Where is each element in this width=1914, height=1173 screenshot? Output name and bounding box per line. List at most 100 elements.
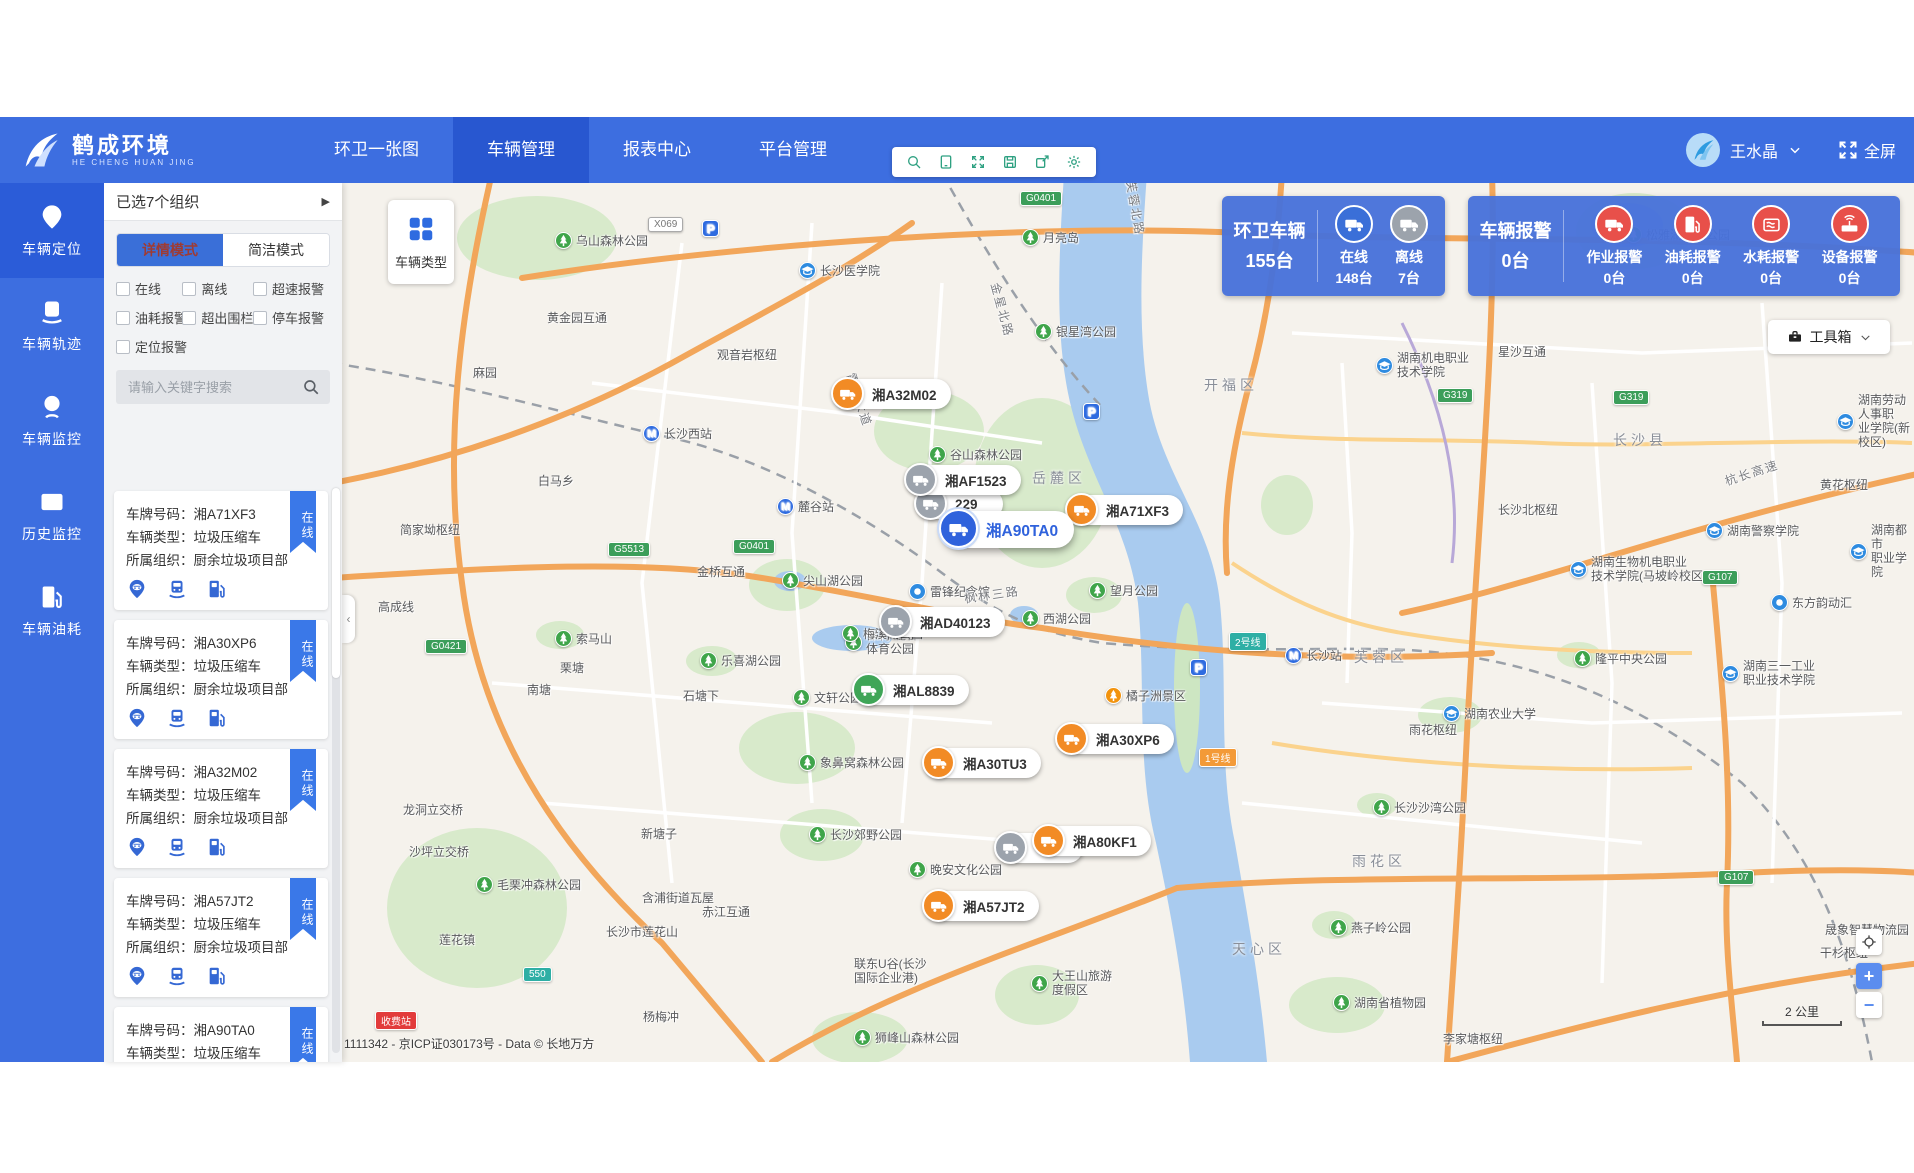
map-label-text: 长沙医学院 bbox=[820, 264, 880, 278]
checkbox-icon[interactable] bbox=[116, 340, 130, 354]
fuel-vehicle-icon[interactable] bbox=[206, 965, 228, 987]
map-label-长沙郊野公园: 长沙郊野公园 bbox=[809, 826, 902, 843]
filter-checkbox-油耗报警[interactable]: 油耗报警 bbox=[116, 308, 182, 327]
fullscreen-button[interactable]: 全屏 bbox=[1838, 138, 1896, 162]
filter-checkbox-停车报警[interactable]: 停车报警 bbox=[253, 308, 330, 327]
checkbox-icon[interactable] bbox=[116, 311, 130, 325]
park-icon bbox=[782, 572, 799, 589]
vehicle-marker-湘A57JT2[interactable]: 湘A57JT2 bbox=[925, 891, 1039, 921]
checkbox-icon[interactable] bbox=[253, 311, 267, 325]
vehicle-marker-湘A30TU3[interactable]: 湘A30TU3 bbox=[925, 748, 1041, 778]
filter-checkbox-超速报警[interactable]: 超速报警 bbox=[253, 279, 330, 298]
school-icon bbox=[1850, 543, 1867, 560]
vehicle-card[interactable]: 车牌号码：湘A30XP6车辆类型：垃圾压缩车所属组织：厨余垃圾项目部在线 bbox=[114, 620, 328, 739]
locate-vehicle-icon[interactable] bbox=[126, 707, 148, 729]
expand-icon[interactable] bbox=[964, 150, 992, 174]
vehicle-marker-湘A80KF1[interactable]: 湘A80KF1 bbox=[1035, 826, 1151, 856]
vehicle-card[interactable]: 车牌号码：湘A57JT2车辆类型：垃圾压缩车所属组织：厨余垃圾项目部在线 bbox=[114, 878, 328, 997]
sidebar-item-车辆轨迹[interactable]: 车辆轨迹 bbox=[0, 278, 104, 373]
mode-tab-简洁模式[interactable]: 简洁模式 bbox=[223, 234, 329, 266]
map-label-P: P bbox=[1083, 403, 1100, 420]
map-canvas[interactable]: ‹ 乌山森林公园月亮岛银星湾公园松雅湖湿地公园谷山森林公园尖山湖公园乐喜湖公园保… bbox=[342, 183, 1914, 1062]
org-expand-icon[interactable]: ▶ bbox=[322, 195, 330, 208]
mode-tab-详情模式[interactable]: 详情模式 bbox=[117, 234, 223, 266]
map-label-长沙医学院: 长沙医学院 bbox=[799, 262, 880, 279]
zoom-in-button[interactable]: + bbox=[1856, 963, 1882, 989]
frame-icon[interactable] bbox=[932, 150, 960, 174]
sidebar-item-label: 车辆油耗 bbox=[22, 619, 82, 639]
track-vehicle-icon[interactable] bbox=[166, 965, 188, 987]
search-icon[interactable] bbox=[302, 378, 320, 396]
map-label-text: 湖南都市 职业学院 bbox=[1871, 523, 1914, 579]
save-icon[interactable] bbox=[996, 150, 1024, 174]
checkbox-icon[interactable] bbox=[116, 282, 130, 296]
alarm-total: 车辆报警 0台 bbox=[1468, 216, 1563, 276]
scrollbar-thumb[interactable] bbox=[332, 488, 340, 678]
nav-tab-环卫一张图[interactable]: 环卫一张图 bbox=[300, 117, 453, 183]
gear-icon[interactable] bbox=[1060, 150, 1088, 174]
brand-subtitle: HE CHENG HUAN JING bbox=[72, 158, 196, 167]
toolbox-button[interactable]: 工具箱 bbox=[1768, 320, 1890, 354]
user-name[interactable]: 王水晶 bbox=[1730, 138, 1778, 162]
park-icon bbox=[1330, 919, 1347, 936]
sidebar-item-车辆油耗[interactable]: 车辆油耗 bbox=[0, 563, 104, 658]
vehicle-marker-湘A30XP6[interactable]: 湘A30XP6 bbox=[1058, 724, 1174, 754]
vehicle-card[interactable]: 车牌号码：湘A71XF3车辆类型：垃圾压缩车所属组织：厨余垃圾项目部在线 bbox=[114, 491, 328, 610]
track-vehicle-icon[interactable] bbox=[166, 836, 188, 858]
map-label-白马乡: 白马乡 bbox=[538, 474, 574, 488]
nav-tab-车辆管理[interactable]: 车辆管理 bbox=[453, 117, 589, 183]
user-avatar[interactable] bbox=[1686, 133, 1720, 167]
vehicle-marker-湘AL8839[interactable]: 湘AL8839 bbox=[855, 675, 969, 705]
brand-name: 鹤成环境 bbox=[72, 134, 196, 158]
search-icon[interactable] bbox=[900, 150, 928, 174]
list-scrollbar[interactable] bbox=[332, 488, 340, 1053]
search-input[interactable] bbox=[116, 370, 330, 404]
stat-item-水耗报警: 水耗报警0台 bbox=[1743, 205, 1799, 287]
vehicle-marker-湘AF1523[interactable]: 湘AF1523 bbox=[907, 465, 1021, 495]
locate-vehicle-icon[interactable] bbox=[126, 965, 148, 987]
filter-checkbox-离线[interactable]: 离线 bbox=[182, 279, 253, 298]
filter-checkbox-在线[interactable]: 在线 bbox=[116, 279, 182, 298]
vehicle-card[interactable]: 车牌号码：湘A32M02车辆类型：垃圾压缩车所属组织：厨余垃圾项目部在线 bbox=[114, 749, 328, 868]
locate-vehicle-icon[interactable] bbox=[126, 578, 148, 600]
checkbox-icon[interactable] bbox=[253, 282, 267, 296]
filter-checkbox-定位报警[interactable]: 定位报警 bbox=[116, 337, 182, 356]
fuel-vehicle-icon[interactable] bbox=[206, 836, 228, 858]
fuel-vehicle-icon[interactable] bbox=[206, 707, 228, 729]
panel-collapse-handle[interactable]: ‹ bbox=[342, 595, 355, 643]
map-label-象鼻窝森林公园: 象鼻窝森林公园 bbox=[799, 754, 904, 771]
vehicle-marker-湘A71XF3[interactable]: 湘A71XF3 bbox=[1068, 495, 1183, 525]
map-label-长沙市莲花山: 长沙市莲花山 bbox=[606, 925, 678, 939]
zoom-out-button[interactable]: − bbox=[1856, 992, 1882, 1018]
vehicle-marker-湘A90TA0[interactable]: 湘A90TA0 bbox=[942, 511, 1074, 548]
vehicle-plate: 车牌号码：湘A57JT2 bbox=[126, 890, 316, 913]
sidebar-item-车辆监控[interactable]: 车辆监控 bbox=[0, 373, 104, 468]
locate-button[interactable] bbox=[1856, 929, 1882, 955]
chevron-down-icon[interactable] bbox=[1788, 143, 1802, 157]
map-label-text: 橘子洲景区 bbox=[1126, 689, 1186, 703]
track-vehicle-icon[interactable] bbox=[166, 707, 188, 729]
vehicle-card[interactable]: 车牌号码：湘A90TA0车辆类型：垃圾压缩车所属组织：厨余垃圾项目部在线 bbox=[114, 1007, 328, 1062]
fuel-vehicle-icon[interactable] bbox=[206, 578, 228, 600]
vehicle-marker-湘A32M02[interactable]: 湘A32M02 bbox=[834, 379, 951, 409]
sidebar-item-历史监控[interactable]: 历史监控 bbox=[0, 468, 104, 563]
sidebar-item-车辆定位[interactable]: 车辆定位 bbox=[0, 183, 104, 278]
vehicle-type-button[interactable]: 车辆类型 bbox=[388, 200, 454, 284]
nav-tab-平台管理[interactable]: 平台管理 bbox=[725, 117, 861, 183]
map-label-text: 隆平中央公园 bbox=[1595, 652, 1667, 666]
org-selector[interactable]: 已选7个组织 ▶ bbox=[104, 183, 342, 221]
alarm-stats-panel: 车辆报警 0台 作业报警0台油耗报警0台水耗报警0台设备报警0台 bbox=[1468, 196, 1900, 296]
vehicle-marker-湘AD40123[interactable]: 湘AD40123 bbox=[882, 607, 1005, 637]
nav-tab-报表中心[interactable]: 报表中心 bbox=[589, 117, 725, 183]
org-selector-label: 已选7个组织 bbox=[116, 191, 199, 212]
checkbox-icon[interactable] bbox=[182, 282, 196, 296]
bus-track-icon bbox=[38, 298, 66, 326]
map-label-text: 黄花枢纽 bbox=[1820, 478, 1868, 492]
checkbox-icon[interactable] bbox=[182, 311, 196, 325]
map-label-text: 芙蓉区 bbox=[1354, 650, 1408, 664]
locate-vehicle-icon[interactable] bbox=[126, 836, 148, 858]
map-label-长沙县: 长沙县 bbox=[1613, 433, 1667, 447]
filter-checkbox-超出围栏[interactable]: 超出围栏 bbox=[182, 308, 253, 327]
export-icon[interactable] bbox=[1028, 150, 1056, 174]
track-vehicle-icon[interactable] bbox=[166, 578, 188, 600]
